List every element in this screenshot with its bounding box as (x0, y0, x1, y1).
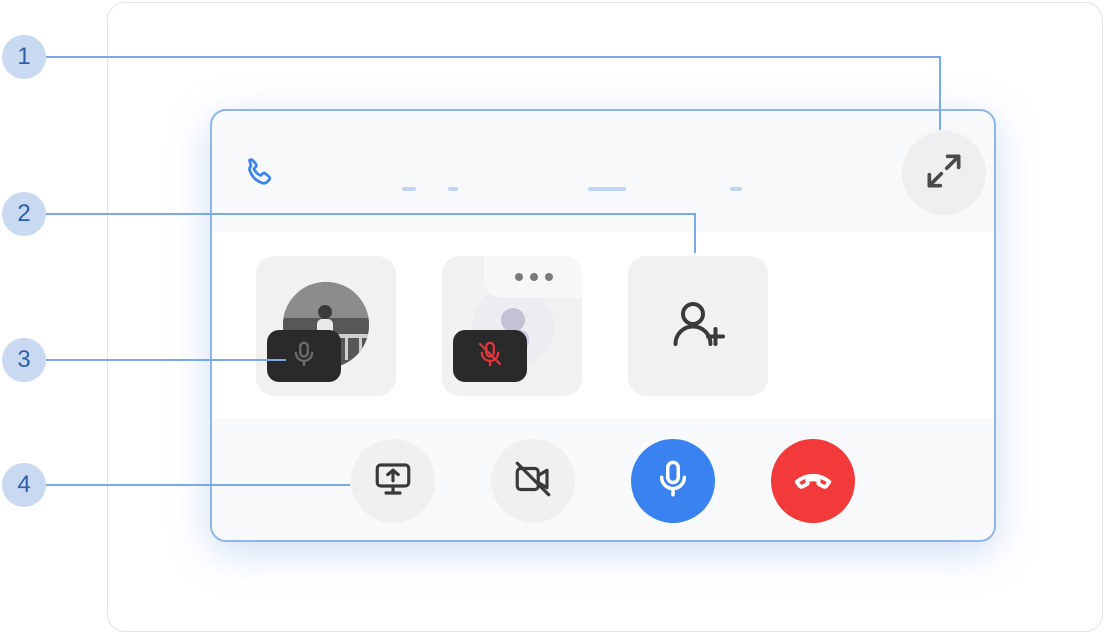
callout-line-1-drop (939, 56, 941, 130)
mic-status-badge (267, 330, 341, 382)
add-user-icon (668, 294, 728, 359)
callout-line-2-drop (694, 213, 696, 253)
participant-tile-1[interactable] (256, 256, 396, 396)
callout-number-2: 2 (2, 192, 46, 236)
screen-share-icon (372, 458, 414, 505)
camera-off-icon (512, 458, 554, 505)
call-controls (212, 419, 994, 540)
phone-icon (242, 155, 278, 191)
hang-up-icon (790, 456, 836, 507)
callout-line-2 (46, 213, 696, 215)
more-options-button[interactable] (484, 256, 582, 298)
participant-tile-2[interactable] (442, 256, 582, 396)
add-participant-button[interactable] (628, 256, 768, 396)
callout-line-3 (46, 359, 286, 361)
callout-number-4: 4 (2, 463, 46, 507)
microphone-toggle-button[interactable] (631, 439, 715, 523)
mic-status-badge (453, 330, 527, 382)
screen-share-button[interactable] (351, 439, 435, 523)
call-title-placeholder (402, 187, 762, 195)
call-widget (210, 109, 996, 542)
callout-line-4 (46, 484, 350, 486)
camera-toggle-button[interactable] (491, 439, 575, 523)
participants-area (212, 232, 994, 419)
callout-number-1: 1 (2, 35, 46, 79)
hang-up-button[interactable] (771, 439, 855, 523)
callout-number-3: 3 (2, 338, 46, 382)
microphone-icon (652, 458, 694, 505)
microphone-muted-icon (475, 339, 505, 374)
microphone-icon (289, 339, 319, 374)
expand-icon (922, 149, 966, 198)
callout-line-1 (46, 56, 941, 58)
more-icon (515, 273, 523, 281)
expand-button[interactable] (902, 131, 986, 215)
